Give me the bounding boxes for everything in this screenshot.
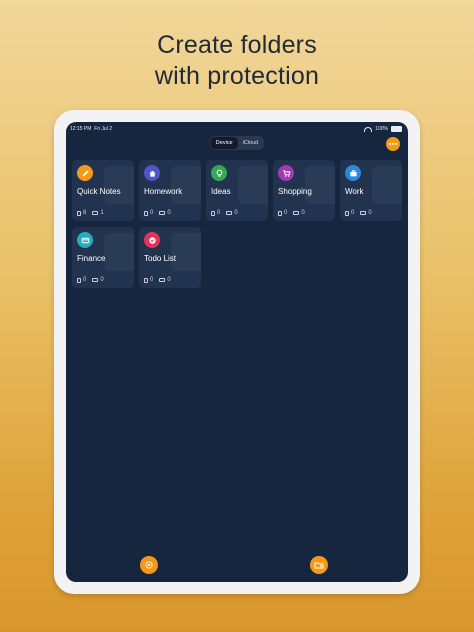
subfolder-count: 0 (368, 210, 372, 216)
card-watermark (171, 233, 201, 271)
note-count: 0 (150, 210, 154, 216)
folder-counts: 0 0 (77, 277, 110, 283)
app-screen: 12:15 PM Fri Jul 2 100% Device iCloud Qu (66, 122, 408, 582)
status-bar: 12:15 PM Fri Jul 2 100% (66, 125, 408, 135)
note-count-icon (278, 210, 282, 216)
folder-card-homework[interactable]: Homework 0 0 (139, 160, 201, 221)
subfolder-count: 1 (100, 210, 104, 216)
headline-line-1: Create folders (157, 31, 317, 59)
pencil-icon (77, 165, 93, 181)
add-folder-icon (314, 562, 324, 569)
card-watermark (372, 166, 402, 204)
check-icon (144, 232, 160, 248)
folder-counts: 0 0 (278, 210, 311, 216)
card-icon (77, 232, 93, 248)
note-count-icon (77, 210, 81, 216)
subfolder-count: 0 (167, 210, 171, 216)
folder-card-ideas[interactable]: Ideas 0 0 (206, 160, 268, 221)
tablet-frame: 12:15 PM Fri Jul 2 100% Device iCloud Qu (54, 110, 420, 594)
subfolder-count: 0 (100, 277, 104, 283)
segment-device[interactable]: Device (210, 137, 238, 149)
briefcase-icon (345, 165, 361, 181)
gear-icon (145, 561, 153, 569)
home-icon (144, 165, 160, 181)
folder-name: Work (345, 187, 364, 196)
note-count: 0 (150, 277, 154, 283)
ellipsis-icon (389, 143, 397, 145)
subfolder-count-icon (92, 211, 99, 215)
note-count-icon (345, 210, 349, 216)
status-time-date: 12:15 PM Fri Jul 2 (70, 126, 112, 132)
cart-icon (278, 165, 294, 181)
folder-counts: 0 0 (345, 210, 378, 216)
card-watermark (238, 166, 268, 204)
status-time: 12:15 PM (70, 126, 92, 132)
folder-counts: 8 1 (77, 210, 110, 216)
note-count: 0 (217, 210, 221, 216)
note-count-icon (144, 210, 148, 216)
folder-name: Quick Notes (77, 187, 121, 196)
subfolder-count: 0 (234, 210, 238, 216)
note-count: 8 (83, 210, 87, 216)
subfolder-count-icon (293, 211, 300, 215)
note-count-icon (144, 277, 148, 283)
promo-headline: Create folders with protection (0, 30, 474, 92)
subfolder-count-icon (92, 278, 99, 282)
status-date: Fri Jul 2 (94, 126, 112, 132)
subfolder-count-icon (226, 211, 233, 215)
card-watermark (104, 166, 134, 204)
note-count-icon (77, 277, 81, 283)
battery-icon (391, 126, 402, 132)
folder-name: Homework (144, 187, 183, 196)
folder-name: Shopping (278, 187, 312, 196)
folder-card-work[interactable]: Work 0 0 (340, 160, 402, 221)
note-count-icon (211, 210, 215, 216)
card-watermark (305, 166, 335, 204)
folder-card-shopping[interactable]: Shopping 0 0 (273, 160, 335, 221)
note-count: 0 (351, 210, 355, 216)
battery-percent: 100% (375, 126, 388, 132)
folder-counts: 0 0 (144, 277, 177, 283)
folder-card-quick-notes[interactable]: Quick Notes 8 1 (72, 160, 134, 221)
subfolder-count-icon (159, 278, 166, 282)
new-folder-button[interactable] (310, 556, 328, 574)
subfolder-count-icon (159, 211, 166, 215)
settings-button[interactable] (140, 556, 158, 574)
status-right: 100% (364, 126, 402, 132)
folder-name: Finance (77, 254, 106, 263)
note-count: 0 (83, 277, 87, 283)
storage-segmented-control: Device iCloud (209, 136, 265, 150)
lightbulb-icon (211, 165, 227, 181)
folder-name: Todo List (144, 254, 177, 263)
note-count: 0 (284, 210, 288, 216)
subfolder-count-icon (360, 211, 367, 215)
folder-counts: 0 0 (144, 210, 177, 216)
wifi-icon (364, 126, 373, 132)
headline-line-2: with protection (154, 62, 320, 90)
folder-card-finance[interactable]: Finance 0 0 (72, 227, 134, 288)
subfolder-count: 0 (167, 277, 171, 283)
card-watermark (171, 166, 201, 204)
segment-icloud[interactable]: iCloud (238, 137, 264, 149)
folder-name: Ideas (211, 187, 231, 196)
subfolder-count: 0 (301, 210, 305, 216)
more-options-button[interactable] (386, 137, 400, 151)
card-watermark (104, 233, 134, 271)
folder-card-todo-list[interactable]: Todo List 0 0 (139, 227, 201, 288)
folder-counts: 0 0 (211, 210, 244, 216)
